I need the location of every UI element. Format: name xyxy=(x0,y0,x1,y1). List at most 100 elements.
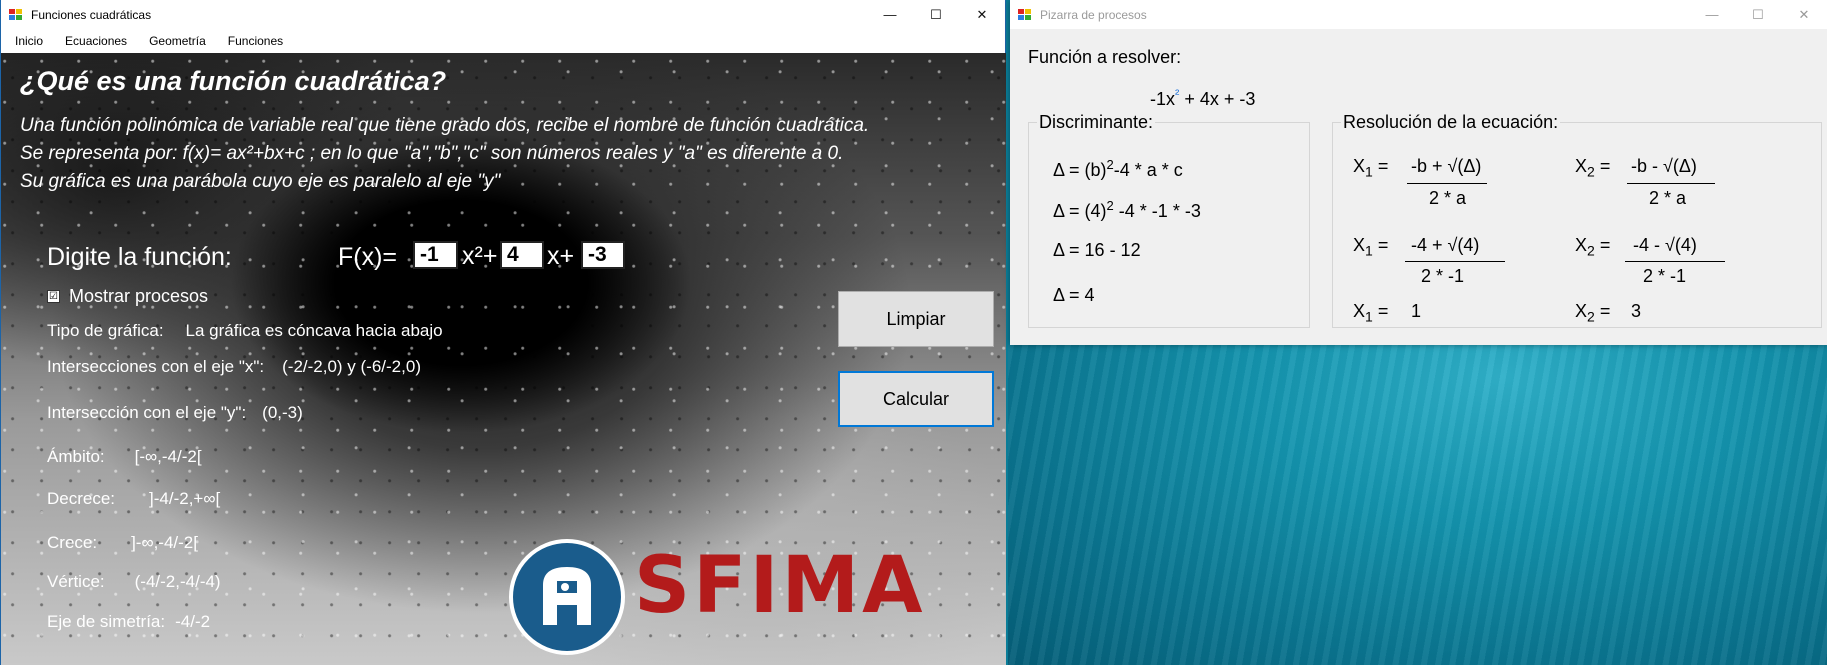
funciones-window: Funciones cuadráticas — ☐ ✕ Inicio Ecuac… xyxy=(0,0,1006,665)
eje-value: -4/-2 xyxy=(175,612,211,631)
desktop-background xyxy=(1008,345,1827,665)
eje-label: Eje de simetría: xyxy=(47,612,166,631)
tipo-label: Tipo de gráfica: xyxy=(47,321,164,340)
vertice-value: (-4/-2,-4/-4) xyxy=(134,572,221,591)
crece-row: Crece: ]-∞,-4/-2[ xyxy=(47,533,198,553)
ambito-label: Ámbito: xyxy=(47,447,105,466)
eje-row: Eje de simetría: -4/-2 xyxy=(47,612,210,632)
funcion-value: -1x² + 4x + -3 xyxy=(1150,86,1255,110)
maximize-button[interactable]: ☐ xyxy=(1735,0,1781,29)
inter-x-value: (-2/-2,0) y (-6/-2,0) xyxy=(282,357,421,376)
window-title-pizarra: Pizarra de procesos xyxy=(1040,7,1147,22)
window-title: Funciones cuadráticas xyxy=(31,7,152,22)
app-icon xyxy=(9,8,23,21)
show-process-checkbox-row[interactable]: ☑ Mostrar procesos xyxy=(47,286,208,307)
vertice-row: Vértice: (-4/-2,-4/-4) xyxy=(47,572,221,592)
x2-label-row1: X2 = xyxy=(1575,156,1611,180)
x2-numerator-1: -b - √(Δ) xyxy=(1631,156,1697,176)
x1-fraction-line-2 xyxy=(1405,261,1505,262)
x1-fraction-line-1 xyxy=(1407,183,1487,184)
x2-denominator-1: 2 * a xyxy=(1649,188,1687,208)
decrece-row: Decrece: ]-4/-2,+∞[ xyxy=(47,489,220,509)
x1-result: 1 xyxy=(1411,301,1422,321)
resolucion-group: Resolución de la ecuación: X1 = -b + √(Δ… xyxy=(1332,112,1822,328)
title-bar-pizarra[interactable]: Pizarra de procesos — ☐ ✕ xyxy=(1010,0,1827,29)
x1-denominator-2: 2 * -1 xyxy=(1421,266,1465,286)
close-button[interactable]: ✕ xyxy=(959,0,1005,29)
x-operator: x+ xyxy=(547,242,575,270)
menu-ecuaciones[interactable]: Ecuaciones xyxy=(56,34,136,48)
crece-value: ]-∞,-4/-2[ xyxy=(131,533,198,552)
minimize-button[interactable]: — xyxy=(867,0,913,29)
tipo-value: La gráfica es cóncava hacia abajo xyxy=(185,321,443,340)
disc-line-1-rest: -4 * a * c xyxy=(1113,160,1183,180)
limpiar-button[interactable]: Limpiar xyxy=(838,291,994,347)
disc-line-2-rest: -4 * -1 * -3 xyxy=(1118,201,1201,221)
x2-operator: x²+ xyxy=(462,242,498,270)
x1-label-row1: X1 = xyxy=(1353,156,1389,180)
crece-label: Crece: xyxy=(47,533,98,552)
x2-fraction-line-1 xyxy=(1627,183,1715,184)
funcion-term-a: -1x xyxy=(1150,89,1176,109)
x1-label-row3: X1 = xyxy=(1353,301,1389,325)
decrece-label: Decrece: xyxy=(47,489,116,508)
x1-numerator-1: -b + √(Δ) xyxy=(1411,156,1482,176)
x1-denominator-1: 2 * a xyxy=(1429,188,1467,208)
decrece-value: ]-4/-2,+∞[ xyxy=(149,489,221,508)
maximize-button[interactable]: ☐ xyxy=(913,0,959,29)
discriminante-group: Discriminante: Δ = (b)2-4 * a * c Δ = (4… xyxy=(1028,112,1310,328)
disc-line-1-exp: 2 xyxy=(1106,157,1114,172)
menu-geometria[interactable]: Geometría xyxy=(140,34,215,48)
menu-inicio[interactable]: Inicio xyxy=(6,34,52,48)
x2-fraction-line-2 xyxy=(1625,261,1725,262)
x1-numerator-2: -4 + √(4) xyxy=(1411,235,1480,255)
disc-line-3: Δ = 16 - 12 xyxy=(1053,240,1141,260)
disc-line-4: Δ = 4 xyxy=(1053,285,1095,305)
coef-b-input[interactable]: 4 xyxy=(500,241,544,269)
description-line-3: Su gráfica es una parábola cuyo eje es p… xyxy=(20,171,501,192)
minimize-button[interactable]: — xyxy=(1689,0,1735,29)
disc-line-2-base: Δ = (4) xyxy=(1053,201,1107,221)
disc-line-2: Δ = (4)2 -4 * -1 * -3 xyxy=(1053,198,1201,222)
x2-result: 3 xyxy=(1631,301,1642,321)
ambito-value: [-∞,-4/-2[ xyxy=(134,447,202,466)
inter-y-label: Intersección con el eje "y": xyxy=(47,403,247,422)
digite-label: Digite la función: xyxy=(47,243,232,271)
x1-label-row2: X1 = xyxy=(1353,235,1389,259)
funcion-label: Función a resolver: xyxy=(1028,47,1182,67)
logo-a-glyph xyxy=(543,567,591,625)
funcion-term-rest: + 4x + -3 xyxy=(1184,89,1256,109)
disc-line-2-exp: 2 xyxy=(1106,198,1114,213)
disc-line-1: Δ = (b)2-4 * a * c xyxy=(1053,157,1183,181)
inter-y-value: (0,-3) xyxy=(262,403,303,422)
x2-label-row3: X2 = xyxy=(1575,301,1611,325)
logo-emblem xyxy=(509,539,625,655)
inter-y-row: Intersección con el eje "y": (0,-3) xyxy=(47,403,303,423)
funcion-exponent: ² xyxy=(1175,86,1180,101)
tipo-row: Tipo de gráfica: La gráfica es cóncava ha… xyxy=(47,321,443,341)
calcular-button[interactable]: Calcular xyxy=(838,371,994,427)
menu-funciones[interactable]: Funciones xyxy=(219,34,292,48)
x2-numerator-2: -4 - √(4) xyxy=(1633,235,1697,255)
fx-label: F(x)= xyxy=(338,243,398,271)
inter-x-label: Intersecciones con el eje "x": xyxy=(47,357,265,376)
disc-line-1-base: Δ = (b) xyxy=(1053,160,1107,180)
ambito-row: Ámbito: [-∞,-4/-2[ xyxy=(47,447,202,467)
app-icon xyxy=(1018,8,1032,21)
x2-denominator-2: 2 * -1 xyxy=(1643,266,1687,286)
show-process-checkbox[interactable]: ☑ xyxy=(47,290,60,303)
inter-x-row: Intersecciones con el eje "x": (-2/-2,0) … xyxy=(47,357,421,377)
close-button[interactable]: ✕ xyxy=(1781,0,1827,29)
show-process-label: Mostrar procesos xyxy=(69,286,209,306)
vertice-label: Vértice: xyxy=(47,572,105,591)
resolucion-label: Resolución de la ecuación: xyxy=(1341,112,1561,133)
discriminante-label: Discriminante: xyxy=(1037,112,1156,133)
coef-c-input[interactable]: -3 xyxy=(581,241,625,269)
main-panel: ¿Qué es una función cuadrática? Una func… xyxy=(1,53,1006,665)
menu-bar: Inicio Ecuaciones Geometría Funciones xyxy=(1,29,1005,53)
pizarra-window: Pizarra de procesos — ☐ ✕ Función a reso… xyxy=(1010,0,1827,345)
description-line-2: Se representa por: f(x)= ax²+bx+c ; en l… xyxy=(20,143,844,164)
coef-a-input[interactable]: -1 xyxy=(413,241,458,269)
title-bar[interactable]: Funciones cuadráticas — ☐ ✕ xyxy=(1,0,1005,29)
page-title: ¿Qué es una función cuadrática? xyxy=(20,66,447,96)
